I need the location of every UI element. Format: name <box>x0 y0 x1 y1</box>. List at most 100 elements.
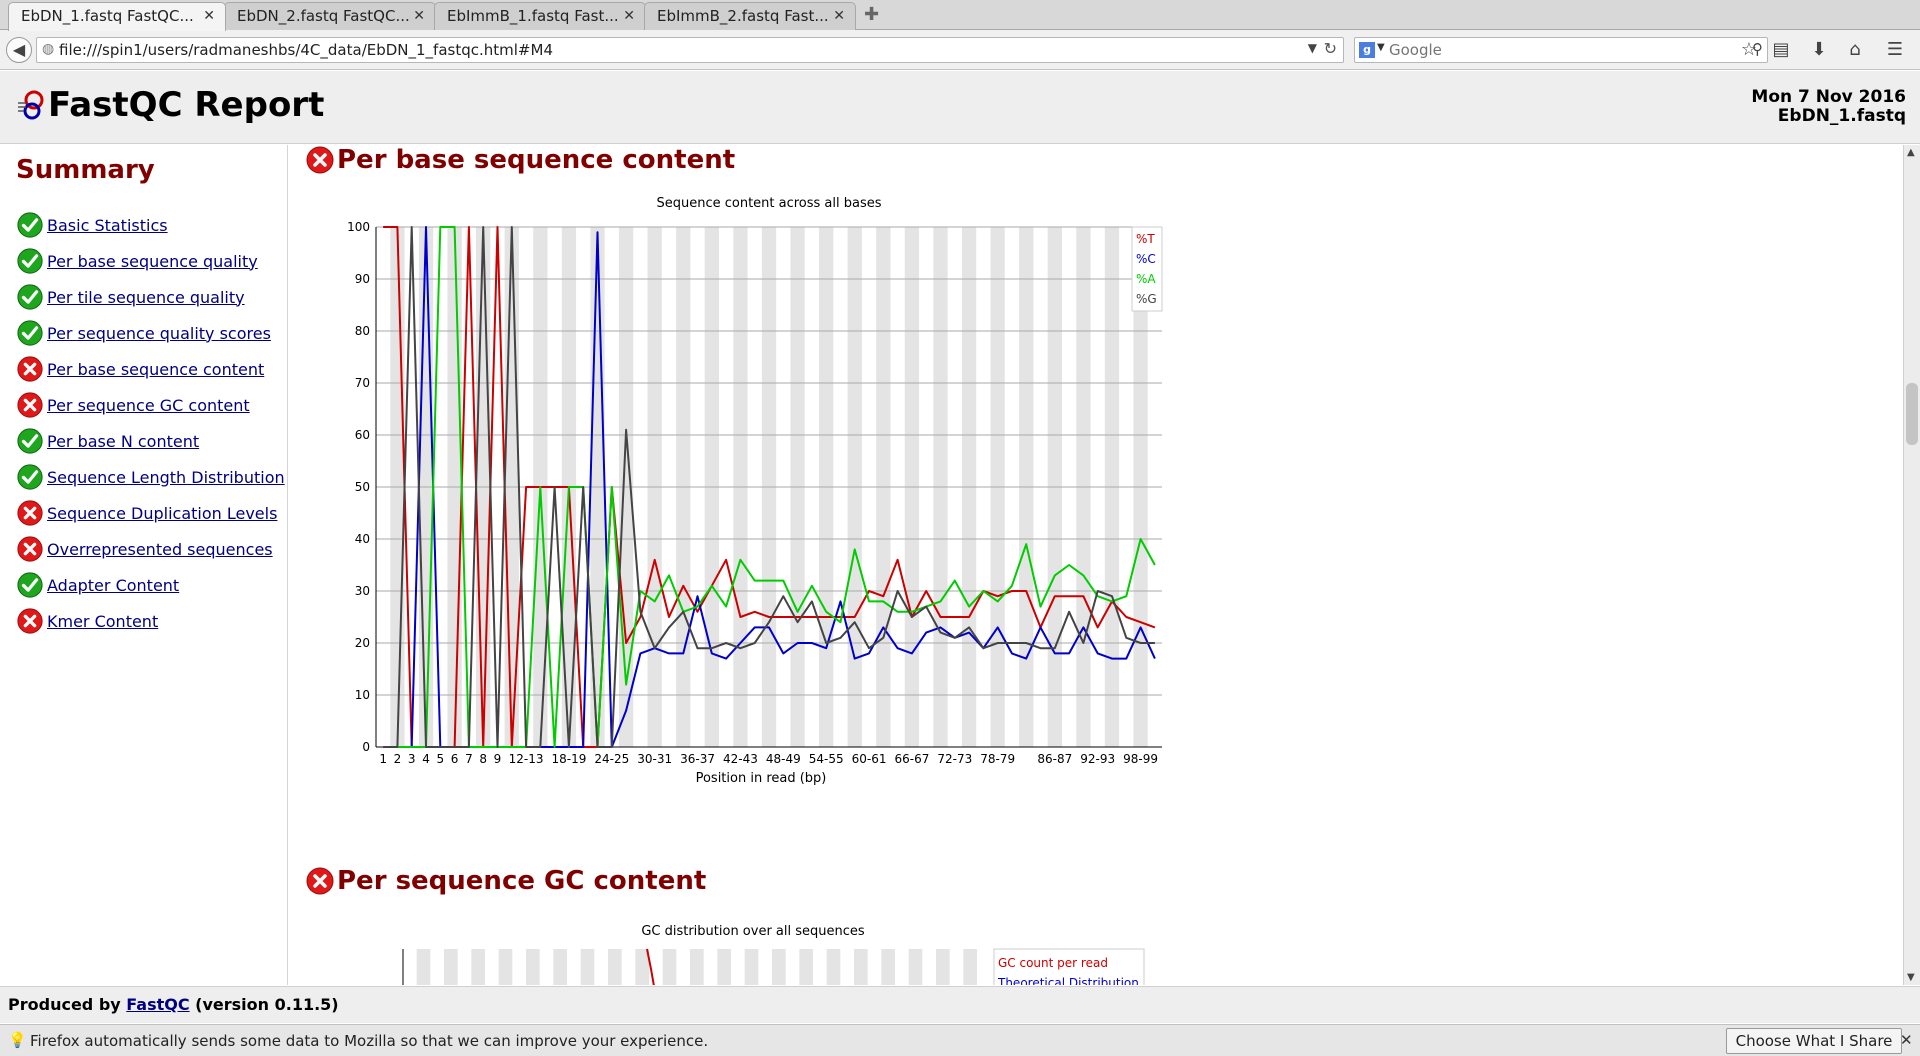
summary-link[interactable]: Kmer Content <box>47 612 158 631</box>
summary-link[interactable]: Basic Statistics <box>47 216 168 235</box>
background-band <box>826 949 841 985</box>
x-tick-label: 2 <box>394 752 402 766</box>
new-tab-icon[interactable]: ✚ <box>864 4 879 25</box>
x-tick-label: 78-79 <box>980 752 1015 766</box>
tab-close-icon[interactable]: ✕ <box>623 3 635 30</box>
y-tick-label: 50 <box>355 480 370 494</box>
x-tick-label: 7 <box>465 752 473 766</box>
fail-icon <box>17 536 43 562</box>
y-tick-label: 10 <box>355 688 370 702</box>
choose-what-i-share-button[interactable]: Choose What I Share <box>1726 1028 1902 1054</box>
background-band <box>416 949 431 985</box>
tab-ebdn2[interactable]: EbDN_2.fastq FastQC... ✕ <box>224 2 436 30</box>
x-tick-label: 4 <box>422 752 430 766</box>
bookmark-star-icon[interactable]: ☆ <box>1736 38 1762 62</box>
background-band <box>608 949 622 985</box>
x-tick-label: 24-25 <box>594 752 629 766</box>
legend-item: %T <box>1136 232 1155 246</box>
report-date: Mon 7 Nov 2016 <box>1751 87 1906 107</box>
footer-text: Produced by FastQC (version 0.11.5) <box>8 995 339 1014</box>
legend-item: Theoretical Distribution <box>997 976 1139 985</box>
notification-bar: 💡 Firefox automatically sends some data … <box>0 1024 1920 1056</box>
summary-item: Per base sequence content <box>16 351 285 387</box>
fastqc-link[interactable]: FastQC <box>126 995 189 1014</box>
summary-link[interactable]: Per tile sequence quality <box>47 288 245 307</box>
background-band <box>744 949 759 985</box>
x-tick-label: 60-61 <box>852 752 887 766</box>
tab-close-icon[interactable]: ✕ <box>203 3 215 30</box>
module-per-base-sequence-content: Per base sequence content <box>305 145 735 175</box>
navigation-toolbar: ◀ ◍ file:///spin1/users/radmaneshbs/4C_d… <box>0 30 1920 70</box>
legend-item: %C <box>1136 252 1156 266</box>
summary-link[interactable]: Per sequence GC content <box>47 396 250 415</box>
summary-link[interactable]: Per base sequence quality <box>47 252 258 271</box>
summary-sidebar: Summary Basic Statistics Per base sequenc… <box>0 145 288 985</box>
y-tick-label: 80 <box>355 324 370 338</box>
url-bar[interactable]: ◍ file:///spin1/users/radmaneshbs/4C_dat… <box>36 37 1344 63</box>
pass-icon <box>17 464 43 490</box>
summary-link[interactable]: Sequence Length Distribution <box>47 468 285 487</box>
background-band <box>526 949 540 985</box>
report-header: FastQC Report Mon 7 Nov 2016 EbDN_1.fast… <box>0 71 1920 144</box>
summary-item: Per tile sequence quality <box>16 279 285 315</box>
fail-icon <box>17 356 43 382</box>
fail-icon <box>306 146 334 174</box>
x-tick-label: 42-43 <box>723 752 758 766</box>
google-engine-icon[interactable]: g <box>1359 42 1375 58</box>
tab-label: EbDN_1.fastq FastQC... <box>21 7 194 25</box>
search-input[interactable] <box>1389 39 1719 61</box>
summary-title: Summary <box>16 155 155 185</box>
pass-icon <box>17 320 43 346</box>
search-bar[interactable]: g ▼ ⚲ <box>1354 37 1768 63</box>
report-main[interactable]: Per base sequence content 0 10 20 30 40 50 60 7… <box>289 145 1903 985</box>
reading-list-icon[interactable]: ▤ <box>1768 38 1794 62</box>
summary-item: Sequence Length Distribution <box>16 459 285 495</box>
summary-link[interactable]: Per sequence quality scores <box>47 324 271 343</box>
x-tick-label: 6 <box>451 752 459 766</box>
menu-hamburger-icon[interactable]: ☰ <box>1882 38 1908 62</box>
summary-link[interactable]: Adapter Content <box>47 576 179 595</box>
report-title: FastQC Report <box>48 85 325 125</box>
home-icon[interactable]: ⌂ <box>1842 38 1868 62</box>
notification-close-icon[interactable]: ✕ <box>1900 1031 1913 1049</box>
tab-bar: EbDN_1.fastq FastQC... ✕ EbDN_2.fastq Fa… <box>0 0 1920 31</box>
background-band <box>799 949 813 985</box>
downloads-icon[interactable]: ⬇ <box>1806 38 1832 62</box>
module-title: Per base sequence content <box>337 145 736 175</box>
chart-title: GC distribution over all sequences <box>641 924 865 939</box>
scrollbar-thumb[interactable] <box>1906 383 1918 445</box>
tab-ebimmb2[interactable]: EbImmB_2.fastq Fast... ✕ <box>644 2 856 30</box>
summary-link[interactable]: Sequence Duplication Levels <box>47 504 277 523</box>
module-title: Per sequence GC content <box>337 866 707 896</box>
pass-icon <box>17 572 43 598</box>
x-tick-label: 8 <box>479 752 487 766</box>
tab-label: EbDN_2.fastq FastQC... <box>237 7 410 25</box>
y-tick-label: 20 <box>355 636 370 650</box>
page-info-icon[interactable]: ◍ <box>42 41 54 57</box>
background-band <box>854 949 868 985</box>
scroll-down-icon[interactable]: ▼ <box>1907 972 1915 983</box>
tab-close-icon[interactable]: ✕ <box>413 3 425 30</box>
background-band <box>553 949 567 985</box>
tab-ebimmb1[interactable]: EbImmB_1.fastq Fast... ✕ <box>434 2 646 30</box>
tab-close-icon[interactable]: ✕ <box>833 3 845 30</box>
page-scrollbar[interactable]: ▲ ▼ <box>1903 145 1920 985</box>
summary-link[interactable]: Overrepresented sequences <box>47 540 273 559</box>
fail-icon <box>17 500 43 526</box>
gc-distribution-chart: GC distribution over all sequences GC cou… <box>402 924 1145 985</box>
scroll-up-icon[interactable]: ▲ <box>1907 147 1915 158</box>
footer-prefix: Produced by <box>8 995 121 1014</box>
sequence-content-chart: 0 10 20 30 40 50 60 70 80 90 100 1 2 3 4 5 6 7 8 9 12-13 18-1… <box>347 196 1163 786</box>
url-history-dropdown-icon[interactable]: ▼ <box>1308 41 1317 55</box>
summary-link[interactable]: Per base N content <box>47 432 199 451</box>
url-text[interactable]: file:///spin1/users/radmaneshbs/4C_data/… <box>59 41 553 59</box>
footer-version: (version 0.11.5) <box>195 995 339 1014</box>
tab-ebdn1[interactable]: EbDN_1.fastq FastQC... ✕ <box>8 2 226 31</box>
reload-icon[interactable]: ↻ <box>1324 39 1337 58</box>
back-button[interactable]: ◀ <box>6 37 32 63</box>
search-engine-dropdown-icon[interactable]: ▼ <box>1377 42 1385 53</box>
x-tick-label: 86-87 <box>1037 752 1072 766</box>
summary-link[interactable]: Per base sequence content <box>47 360 264 379</box>
summary-item: Per sequence GC content <box>16 387 285 423</box>
pass-icon <box>17 284 43 310</box>
